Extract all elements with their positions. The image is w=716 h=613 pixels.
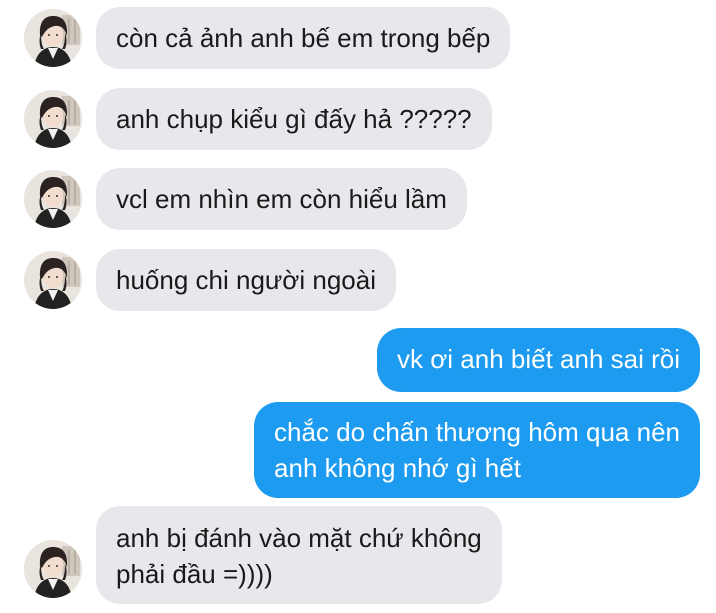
outgoing-message-bubble[interactable]: vk ơi anh biết anh sai rồi [377, 328, 700, 392]
message-text: còn cả ảnh anh bế em trong bếp [116, 23, 491, 53]
incoming-message-bubble[interactable]: anh bị đánh vào mặt chứ không phải đầu =… [96, 506, 502, 604]
message-text: anh không nhớ gì hết [274, 453, 521, 483]
message-text: anh chụp kiểu gì đấy hả ????? [116, 104, 472, 134]
message-text: vcl em nhìn em còn hiểu lầm [116, 184, 447, 214]
avatar[interactable] [24, 90, 82, 148]
message-text: phải đầu =)))) [116, 559, 273, 589]
message-text: chắc do chấn thương hôm qua nên [274, 417, 680, 447]
incoming-message-bubble[interactable]: vcl em nhìn em còn hiểu lầm [96, 168, 467, 230]
message-text: huống chi người ngoài [116, 265, 376, 295]
message-text: vk ơi anh biết anh sai rồi [397, 344, 680, 374]
incoming-message-bubble[interactable]: còn cả ảnh anh bế em trong bếp [96, 7, 511, 69]
avatar[interactable] [24, 251, 82, 309]
incoming-message-bubble[interactable]: anh chụp kiểu gì đấy hả ????? [96, 88, 492, 150]
message-text: anh bị đánh vào mặt chứ không [116, 523, 482, 553]
avatar[interactable] [24, 9, 82, 67]
incoming-message-bubble[interactable]: huống chi người ngoài [96, 249, 396, 311]
avatar[interactable] [24, 170, 82, 228]
avatar[interactable] [24, 540, 82, 598]
outgoing-message-bubble[interactable]: chắc do chấn thương hôm qua nên anh khôn… [254, 402, 700, 498]
